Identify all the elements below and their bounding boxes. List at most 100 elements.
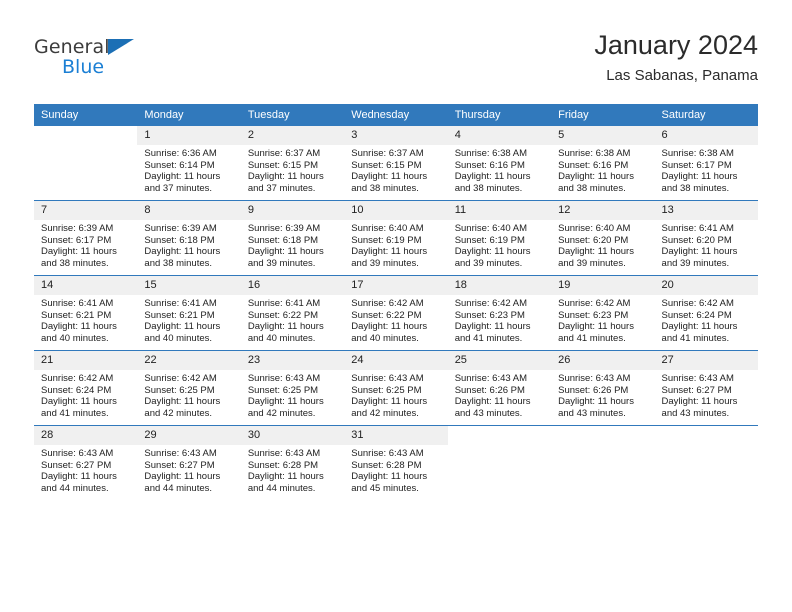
sunset-text: Sunset: 6:27 PM — [661, 384, 732, 396]
daylight-text-line1: Daylight: 11 hours — [454, 246, 531, 258]
sunset-text: Sunset: 6:28 PM — [247, 459, 319, 471]
sunrise-text: Sunrise: 6:39 AM — [247, 223, 321, 234]
calendar-day-cell[interactable]: 6 Sunrise: 6:38 AM Sunset: 6:17 PM Daylight… — [654, 126, 758, 201]
daylight-text-line2: and 39 minutes. — [558, 257, 626, 269]
calendar-day-cell[interactable]: 8 Sunrise: 6:39 AM Sunset: 6:18 PM Daylight… — [137, 200, 241, 276]
sunset-text: Sunset: 6:23 PM — [558, 309, 629, 321]
daylight-text-line1: Daylight: 11 hours — [558, 321, 634, 333]
sunset-text: Sunset: 6:20 PM — [558, 234, 629, 246]
sunrise-text: Sunrise: 6:42 AM — [351, 298, 424, 309]
calendar-day-cell[interactable]: 5 Sunrise: 6:38 AM Sunset: 6:16 PM Daylight… — [551, 126, 655, 201]
calendar-day-cell[interactable]: 26 Sunrise: 6:43 AM Sunset: 6:26 PM Dayligh… — [551, 350, 655, 426]
daylight-text-line2: and 42 minutes. — [247, 407, 316, 419]
calendar-day-cell[interactable]: 3 Sunrise: 6:37 AM Sunset: 6:15 PM Daylight… — [344, 126, 448, 201]
calendar-day-cell[interactable]: 12 Sunrise: 6:40 AM Sunset: 6:20 PM Dayligh… — [551, 200, 655, 276]
calendar-day-cell[interactable]: 21 Sunrise: 6:42 AM Sunset: 6:24 PM Dayligh… — [34, 350, 138, 426]
daylight-text-line1: Daylight: 11 hours — [454, 171, 531, 183]
calendar-day-cell[interactable]: 11 Sunrise: 6:40 AM Sunset: 6:19 PM Dayligh… — [447, 200, 552, 276]
day-details: Sunrise: 6:42 AM Sunset: 6:24 PM Daylight:… — [655, 295, 758, 344]
day-number — [448, 426, 551, 445]
daylight-text-line2: and 45 minutes. — [351, 482, 419, 494]
day-details: Sunrise: 6:38 AM Sunset: 6:16 PM Daylight:… — [551, 145, 654, 194]
day-details: Sunrise: 6:43 AM Sunset: 6:26 PM Daylight:… — [448, 370, 551, 419]
day-number: 28 — [34, 426, 138, 445]
calendar-day-cell[interactable]: 30 Sunrise: 6:43 AM Sunset: 6:28 PM Dayligh… — [240, 425, 345, 500]
daylight-text-line2: and 37 minutes. — [247, 182, 316, 194]
day-number: 15 — [137, 276, 241, 295]
day-details: Sunrise: 6:42 AM Sunset: 6:23 PM Daylight:… — [551, 295, 654, 344]
daylight-text-line2: and 38 minutes. — [454, 182, 523, 194]
day-details: Sunrise: 6:43 AM Sunset: 6:27 PM Daylight:… — [655, 370, 758, 419]
daylight-text-line1: Daylight: 11 hours — [41, 471, 117, 483]
calendar-day-cell[interactable]: 25 Sunrise: 6:43 AM Sunset: 6:26 PM Dayligh… — [447, 350, 552, 426]
sunrise-text: Sunrise: 6:43 AM — [558, 373, 631, 384]
sunset-text: Sunset: 6:19 PM — [454, 234, 525, 246]
day-details — [448, 445, 551, 448]
daylight-text-line2: and 41 minutes. — [661, 332, 730, 344]
calendar-day-cell[interactable]: 22 Sunrise: 6:42 AM Sunset: 6:25 PM Dayligh… — [137, 350, 241, 426]
calendar-week-row: 14 Sunrise: 6:41 AM Sunset: 6:21 PM Dayligh… — [34, 275, 758, 351]
calendar-table: Sunday Monday Tuesday Wednesday Thursday Frid… — [34, 104, 758, 500]
daylight-text-line1: Daylight: 11 hours — [41, 246, 117, 258]
calendar-day-cell[interactable]: 15 Sunrise: 6:41 AM Sunset: 6:21 PM Dayligh… — [137, 275, 241, 351]
day-number: 7 — [34, 201, 138, 220]
day-details: Sunrise: 6:40 AM Sunset: 6:19 PM Daylight:… — [344, 220, 447, 269]
general-blue-logo[interactable]: General Blue — [34, 36, 154, 84]
day-number: 30 — [240, 426, 345, 445]
calendar-day-cell[interactable]: 7 Sunrise: 6:39 AM Sunset: 6:17 PM Daylight… — [34, 200, 138, 276]
page-title: January 2024 — [594, 30, 758, 60]
calendar-day-cell[interactable]: 2 Sunrise: 6:37 AM Sunset: 6:15 PM Daylight… — [240, 126, 345, 201]
calendar-day-cell[interactable]: 17 Sunrise: 6:42 AM Sunset: 6:22 PM Dayligh… — [344, 275, 448, 351]
daylight-text-line1: Daylight: 11 hours — [351, 321, 428, 333]
sunrise-text: Sunrise: 6:38 AM — [661, 148, 734, 159]
day-details — [551, 445, 654, 448]
daylight-text-line1: Daylight: 11 hours — [247, 471, 324, 483]
calendar-day-cell[interactable]: 20 Sunrise: 6:42 AM Sunset: 6:24 PM Dayligh… — [654, 275, 758, 351]
day-details — [655, 445, 758, 448]
daylight-text-line1: Daylight: 11 hours — [247, 246, 324, 258]
daylight-text-line1: Daylight: 11 hours — [144, 321, 221, 333]
sunrise-text: Sunrise: 6:43 AM — [247, 373, 321, 384]
day-details: Sunrise: 6:36 AM Sunset: 6:14 PM Daylight:… — [137, 145, 240, 194]
daylight-text-line2: and 44 minutes. — [247, 482, 316, 494]
calendar-day-cell[interactable]: 28 Sunrise: 6:43 AM Sunset: 6:27 PM Dayligh… — [34, 425, 138, 500]
calendar-day-cell[interactable]: 23 Sunrise: 6:43 AM Sunset: 6:25 PM Dayligh… — [240, 350, 345, 426]
calendar-day-cell[interactable]: 10 Sunrise: 6:40 AM Sunset: 6:19 PM Dayligh… — [344, 200, 448, 276]
sunrise-text: Sunrise: 6:41 AM — [247, 298, 321, 309]
daylight-text-line2: and 41 minutes. — [454, 332, 523, 344]
daylight-text-line1: Daylight: 11 hours — [247, 396, 324, 408]
calendar-day-cell[interactable]: 13 Sunrise: 6:41 AM Sunset: 6:20 PM Dayligh… — [654, 200, 758, 276]
calendar-day-cell[interactable]: 27 Sunrise: 6:43 AM Sunset: 6:27 PM Dayligh… — [654, 350, 758, 426]
sunset-text: Sunset: 6:18 PM — [144, 234, 215, 246]
calendar-day-cell[interactable]: 16 Sunrise: 6:41 AM Sunset: 6:22 PM Dayligh… — [240, 275, 345, 351]
logo-text-blue: Blue — [62, 56, 105, 78]
daylight-text-line2: and 38 minutes. — [558, 182, 626, 194]
calendar-day-cell[interactable]: 1 Sunrise: 6:36 AM Sunset: 6:14 PM Daylight… — [137, 126, 241, 201]
sunrise-text: Sunrise: 6:37 AM — [351, 148, 424, 159]
daylight-text-line2: and 37 minutes. — [144, 182, 213, 194]
sunrise-text: Sunrise: 6:42 AM — [41, 373, 114, 384]
day-details: Sunrise: 6:40 AM Sunset: 6:19 PM Daylight:… — [448, 220, 551, 269]
calendar-day-cell[interactable]: 14 Sunrise: 6:41 AM Sunset: 6:21 PM Dayligh… — [34, 275, 138, 351]
weekday-header-friday: Friday — [551, 104, 655, 126]
calendar-day-cell[interactable]: 29 Sunrise: 6:43 AM Sunset: 6:27 PM Dayligh… — [137, 425, 241, 500]
sunrise-text: Sunrise: 6:37 AM — [247, 148, 321, 159]
calendar-day-cell[interactable]: 19 Sunrise: 6:42 AM Sunset: 6:23 PM Dayligh… — [551, 275, 655, 351]
calendar-day-cell-empty — [654, 425, 758, 500]
calendar-day-cell[interactable]: 18 Sunrise: 6:42 AM Sunset: 6:23 PM Dayligh… — [447, 275, 552, 351]
day-number: 27 — [654, 351, 758, 370]
sunrise-text: Sunrise: 6:43 AM — [661, 373, 734, 384]
calendar-day-cell[interactable]: 31 Sunrise: 6:43 AM Sunset: 6:28 PM Dayligh… — [344, 425, 448, 500]
sunrise-text: Sunrise: 6:43 AM — [351, 373, 424, 384]
calendar-day-cell[interactable]: 4 Sunrise: 6:38 AM Sunset: 6:16 PM Daylight… — [447, 126, 552, 201]
weekday-header-monday: Monday — [137, 104, 241, 126]
sunset-text: Sunset: 6:15 PM — [247, 159, 319, 171]
daylight-text-line1: Daylight: 11 hours — [351, 471, 428, 483]
daylight-text-line2: and 41 minutes. — [558, 332, 626, 344]
sunset-text: Sunset: 6:22 PM — [247, 309, 319, 321]
sunset-text: Sunset: 6:26 PM — [558, 384, 629, 396]
calendar-day-cell[interactable]: 9 Sunrise: 6:39 AM Sunset: 6:18 PM Daylight… — [240, 200, 345, 276]
calendar-day-cell[interactable]: 24 Sunrise: 6:43 AM Sunset: 6:25 PM Dayligh… — [344, 350, 448, 426]
sunrise-text: Sunrise: 6:39 AM — [144, 223, 217, 234]
daylight-text-line1: Daylight: 11 hours — [558, 246, 634, 258]
